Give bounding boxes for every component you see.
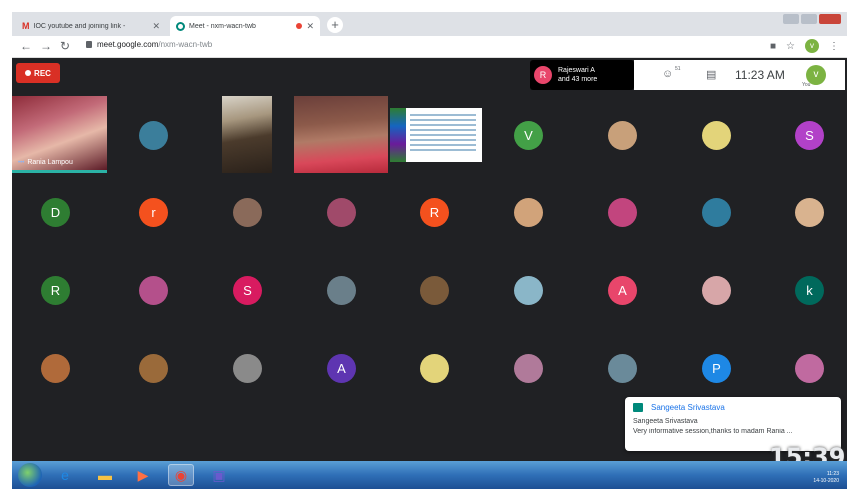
menu-icon[interactable]: ⋮ — [829, 41, 839, 52]
media-player-icon[interactable]: ▶ — [130, 464, 156, 486]
participant-photo-avatar[interactable] — [608, 121, 637, 150]
you-label: You — [802, 82, 811, 88]
participant-photo-avatar[interactable] — [795, 354, 824, 383]
rec-label: REC — [34, 68, 51, 78]
participant-photo-avatar[interactable] — [327, 198, 356, 227]
chat-message-icon — [633, 403, 643, 412]
tab-strip: M IOC youtube and joining link - ✕ Meet … — [12, 12, 847, 36]
participant-initial-avatar[interactable]: S — [233, 276, 262, 305]
tab-title: IOC youtube and joining link - — [33, 22, 126, 30]
participant-initial-avatar[interactable]: R — [41, 276, 70, 305]
participant-photo-avatar[interactable] — [420, 276, 449, 305]
participant-photo-avatar[interactable] — [139, 276, 168, 305]
url-path: /nxm-wacn-twb — [158, 40, 213, 49]
toast-title: Sangeeta Srivastava — [651, 403, 725, 412]
close-tab-icon[interactable]: ✕ — [306, 21, 314, 32]
participant-photo-avatar[interactable] — [608, 354, 637, 383]
meet-grid: REC R Rajeswari A and 43 more ☺ 51 ▤ 11:… — [12, 58, 847, 461]
participant-photo-avatar[interactable] — [514, 276, 543, 305]
participant-photo-avatar[interactable] — [795, 198, 824, 227]
participant-photo-avatar[interactable] — [233, 198, 262, 227]
profile-avatar[interactable]: v — [805, 39, 819, 53]
speaker-name: Rania Lampou — [27, 159, 73, 166]
tab-ioc-youtube[interactable]: M IOC youtube and joining link - ✕ — [16, 16, 166, 36]
reload-icon[interactable]: ↻ — [60, 39, 70, 53]
close-tab-icon[interactable]: ✕ — [152, 21, 160, 32]
app-icon[interactable]: ▣ — [206, 464, 232, 486]
meeting-clock: 11:23 AM — [735, 68, 785, 82]
participant-photo-avatar[interactable] — [514, 198, 543, 227]
back-icon[interactable]: ← — [20, 39, 32, 53]
presentation-thumbnail[interactable] — [390, 108, 482, 162]
participant-name: Rajeswari A — [558, 67, 595, 74]
participant-initial-avatar[interactable]: D — [41, 198, 70, 227]
url-host: meet.google.com — [97, 40, 159, 49]
participant-photo-avatar[interactable] — [702, 276, 731, 305]
participant-initial-avatar[interactable]: P — [702, 354, 731, 383]
recording-indicator-icon — [296, 23, 303, 29]
participants-summary[interactable]: R Rajeswari A and 43 more — [530, 60, 634, 90]
participant-photo-avatar[interactable] — [327, 276, 356, 305]
minimize-button[interactable] — [783, 14, 799, 24]
tray-clock: 11:23 14-10-2020 — [813, 471, 839, 485]
participant-photo-avatar[interactable] — [608, 198, 637, 227]
participant-initial-avatar[interactable]: S — [795, 121, 824, 150]
lock-icon — [86, 41, 92, 48]
meet-top-bar: ☺ 51 ▤ 11:23 AM v You — [634, 60, 845, 90]
recording-badge: REC — [16, 63, 60, 83]
maximize-button[interactable] — [801, 14, 817, 24]
participant-photo-avatar[interactable] — [702, 198, 731, 227]
participant-photo-avatar[interactable] — [514, 354, 543, 383]
participant-video-tile[interactable] — [294, 96, 388, 173]
participant-initial-avatar[interactable]: k — [795, 276, 824, 305]
tab-title: Meet - nxm-wacn-twb — [189, 22, 256, 30]
participant-photo-avatar[interactable] — [702, 121, 731, 150]
participant-photo-avatar[interactable] — [139, 354, 168, 383]
tray-date: 14-10-2020 — [813, 478, 839, 484]
participant-photo-avatar[interactable] — [139, 121, 168, 150]
participant-initial-avatar[interactable]: R — [420, 198, 449, 227]
audio-level-icon: ••• — [18, 159, 25, 166]
window-controls — [783, 14, 841, 24]
record-dot-icon — [25, 70, 32, 76]
participant-initial-avatar[interactable]: A — [608, 276, 637, 305]
participant-video-tile[interactable] — [222, 96, 272, 173]
close-window-button[interactable] — [819, 14, 841, 24]
people-count: 51 — [675, 66, 681, 72]
file-explorer-icon[interactable]: ▬ — [92, 464, 118, 486]
chat-icon[interactable]: ▤ — [706, 68, 716, 81]
tab-meet[interactable]: Meet - nxm-wacn-twb ✕ — [170, 16, 320, 36]
camera-icon[interactable]: ■ — [770, 41, 776, 52]
address-bar: ← → ↻ meet.google.com/nxm-wacn-twb ■ ☆ v… — [12, 36, 847, 58]
toolbar-icons: ■ ☆ v ⋮ — [770, 39, 839, 53]
url-field[interactable]: meet.google.com/nxm-wacn-twb — [86, 40, 212, 49]
forward-icon[interactable]: → — [40, 39, 52, 53]
new-tab-button[interactable]: + — [327, 17, 343, 33]
participant-more: and 43 more — [558, 76, 598, 83]
toast-sender: Sangeeta Srivastava — [633, 418, 698, 425]
active-speaker-tile[interactable]: ••• Rania Lampou — [12, 96, 107, 173]
participant-avatar: R — [534, 66, 552, 84]
start-button[interactable] — [18, 463, 42, 487]
people-icon[interactable]: ☺ — [662, 68, 673, 80]
tray-time: 11:23 — [826, 471, 839, 477]
participant-photo-avatar[interactable] — [420, 354, 449, 383]
internet-explorer-icon[interactable]: e — [52, 464, 78, 486]
toast-message: Very informative session,thanks to madam… — [633, 428, 793, 435]
participant-initial-avatar[interactable]: r — [139, 198, 168, 227]
meet-icon — [176, 21, 185, 31]
chrome-icon[interactable]: ◉ — [168, 464, 194, 486]
gmail-icon: M — [22, 21, 30, 31]
participant-photo-avatar[interactable] — [41, 354, 70, 383]
taskbar: e ▬ ▶ ◉ ▣ 11:23 14-10-2020 — [12, 461, 847, 489]
star-icon[interactable]: ☆ — [786, 41, 795, 52]
participant-initial-avatar[interactable]: V — [514, 121, 543, 150]
participant-initial-avatar[interactable]: A — [327, 354, 356, 383]
window-top-edge — [0, 0, 847, 12]
participant-photo-avatar[interactable] — [233, 354, 262, 383]
